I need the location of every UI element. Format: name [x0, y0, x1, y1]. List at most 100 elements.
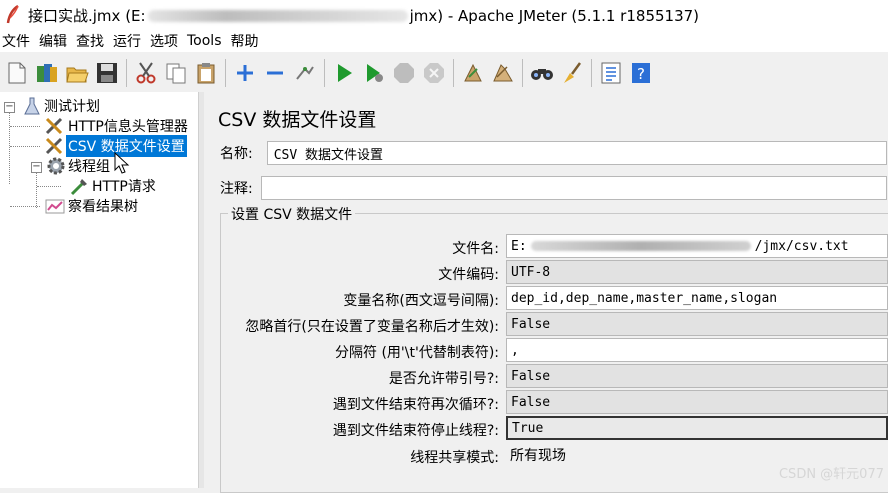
- tree-label: HTTP请求: [92, 179, 156, 195]
- start-no-pause-button[interactable]: [361, 59, 387, 87]
- tree-node-thread-group[interactable]: 线程组: [46, 156, 112, 176]
- config-tools-icon: [45, 117, 63, 135]
- filename-label: 文件名:: [452, 241, 499, 257]
- redacted-path: [530, 241, 751, 251]
- thread-group-gear-icon: [47, 157, 65, 175]
- stop-thread-on-eof-label: 遇到文件结束符停止线程?:: [332, 423, 499, 439]
- toggle-icon: [296, 66, 314, 80]
- reset-search-icon: [564, 62, 582, 83]
- name-label: 名称:: [220, 146, 253, 162]
- name-row: 名称: CSV 数据文件设置: [220, 141, 887, 165]
- paste-button[interactable]: [193, 59, 219, 87]
- new-icon: [8, 62, 26, 84]
- function-helper-icon: [601, 62, 621, 84]
- delimiter-input[interactable]: ,: [506, 338, 888, 362]
- tree-node-header-manager[interactable]: HTTP信息头管理器: [44, 116, 190, 136]
- clear-button[interactable]: [460, 59, 486, 87]
- copy-icon: [166, 63, 186, 84]
- recycle-on-eof-select[interactable]: False: [506, 390, 888, 414]
- shutdown-icon: [424, 63, 444, 83]
- filename-prefix: E:: [511, 238, 527, 254]
- templates-icon: [37, 64, 57, 82]
- menu-tools[interactable]: Tools: [185, 33, 229, 49]
- function-helper-button[interactable]: [598, 59, 624, 87]
- stop-button[interactable]: [391, 59, 417, 87]
- clear-all-icon: [493, 64, 513, 82]
- variable-names-label: 变量名称(西文逗号间隔):: [343, 293, 499, 309]
- test-plan-tree: − − 测试计划 HTTP信息头管理器 CSV 数据文件设置 线程组 HTTP请…: [0, 92, 198, 488]
- sampler-pipette-icon: [70, 179, 87, 196]
- ignore-first-line-label: 忽略首行(只在设置了变量名称后才生效):: [245, 319, 499, 335]
- open-button[interactable]: [64, 59, 90, 87]
- collapse-toggle[interactable]: −: [4, 102, 15, 113]
- recycle-on-eof-label: 遇到文件结束符再次循环?:: [332, 397, 499, 413]
- cut-icon: [136, 62, 156, 84]
- reset-search-button[interactable]: [559, 59, 585, 87]
- tree-node-test-plan[interactable]: 测试计划: [22, 96, 102, 116]
- help-button[interactable]: ?: [628, 59, 654, 87]
- delimiter-label: 分隔符 (用'\t'代替制表符):: [335, 345, 499, 361]
- variable-names-input[interactable]: dep_id,dep_name,master_name,slogan: [506, 286, 888, 310]
- shutdown-button[interactable]: [421, 59, 447, 87]
- filename-suffix: /jmx/csv.txt: [754, 238, 849, 254]
- collapse-icon: [267, 71, 283, 75]
- expand-icon: [237, 65, 253, 81]
- tree-label: 测试计划: [44, 99, 100, 115]
- start-no-pause-icon: [367, 64, 383, 82]
- filename-input[interactable]: E: /jmx/csv.txt: [506, 234, 888, 258]
- csv-settings-group-title: 设置 CSV 数据文件: [228, 204, 356, 224]
- templates-button[interactable]: [34, 59, 60, 87]
- start-button[interactable]: [331, 59, 357, 87]
- clear-all-button[interactable]: [490, 59, 516, 87]
- window-title: 接口实战.jmx (E: jmx) - Apache JMeter (5.1.1 …: [28, 5, 699, 26]
- tree-connector: [37, 186, 61, 187]
- menu-help[interactable]: 帮助: [229, 31, 266, 51]
- menu-options[interactable]: 选项: [148, 31, 185, 51]
- config-panel: CSV 数据文件设置 名称: CSV 数据文件设置 注释: 设置 CSV 数据文…: [204, 92, 888, 493]
- search-icon: [531, 69, 553, 80]
- watermark: CSDN @轩元077: [778, 467, 884, 482]
- ignore-first-line-select[interactable]: False: [506, 312, 888, 336]
- redacted-path: [147, 10, 408, 22]
- comment-row: 注释:: [220, 176, 887, 200]
- comment-label: 注释:: [220, 181, 253, 197]
- config-tools-icon: [45, 137, 63, 155]
- new-button[interactable]: [4, 59, 30, 87]
- tree-label: HTTP信息头管理器: [68, 119, 188, 135]
- toolbar: ?: [0, 54, 888, 92]
- collapse-all-button[interactable]: [262, 59, 288, 87]
- sharing-mode-label: 线程共享模式:: [410, 450, 499, 466]
- panel-title: CSV 数据文件设置: [218, 109, 377, 131]
- menu-edit[interactable]: 编辑: [37, 31, 74, 51]
- toolbar-separator: [324, 59, 325, 87]
- allow-quoted-select[interactable]: False: [506, 364, 888, 388]
- save-button[interactable]: [94, 59, 120, 87]
- tree-label: 线程组: [68, 159, 110, 175]
- file-encoding-label: 文件编码:: [438, 267, 499, 283]
- tree-node-results-tree[interactable]: 察看结果树: [44, 196, 140, 216]
- file-encoding-input[interactable]: UTF-8: [506, 260, 888, 284]
- toggle-button[interactable]: [292, 59, 318, 87]
- toolbar-separator: [453, 59, 454, 87]
- tree-node-http-request[interactable]: HTTP请求: [68, 176, 158, 196]
- expand-all-button[interactable]: [232, 59, 258, 87]
- menu-file[interactable]: 文件: [0, 31, 37, 51]
- name-input[interactable]: CSV 数据文件设置: [266, 141, 887, 165]
- collapse-toggle[interactable]: −: [31, 162, 42, 173]
- cut-button[interactable]: [133, 59, 159, 87]
- menu-search[interactable]: 查找: [74, 31, 111, 51]
- menu-run[interactable]: 运行: [111, 31, 148, 51]
- toolbar-separator: [591, 59, 592, 87]
- menu-bar: 文件 编辑 查找 运行 选项 Tools 帮助: [0, 30, 888, 52]
- tree-connector: [36, 168, 37, 208]
- search-button[interactable]: [529, 59, 555, 87]
- tree-connector: [10, 206, 40, 207]
- start-icon: [338, 64, 352, 82]
- stop-thread-on-eof-select[interactable]: True: [506, 416, 888, 440]
- copy-button[interactable]: [163, 59, 189, 87]
- help-icon: ?: [632, 63, 650, 83]
- stop-icon: [394, 63, 414, 83]
- comment-input[interactable]: [260, 176, 887, 200]
- tree-connector: [10, 126, 40, 127]
- allow-quoted-label: 是否允许带引号?:: [388, 371, 499, 387]
